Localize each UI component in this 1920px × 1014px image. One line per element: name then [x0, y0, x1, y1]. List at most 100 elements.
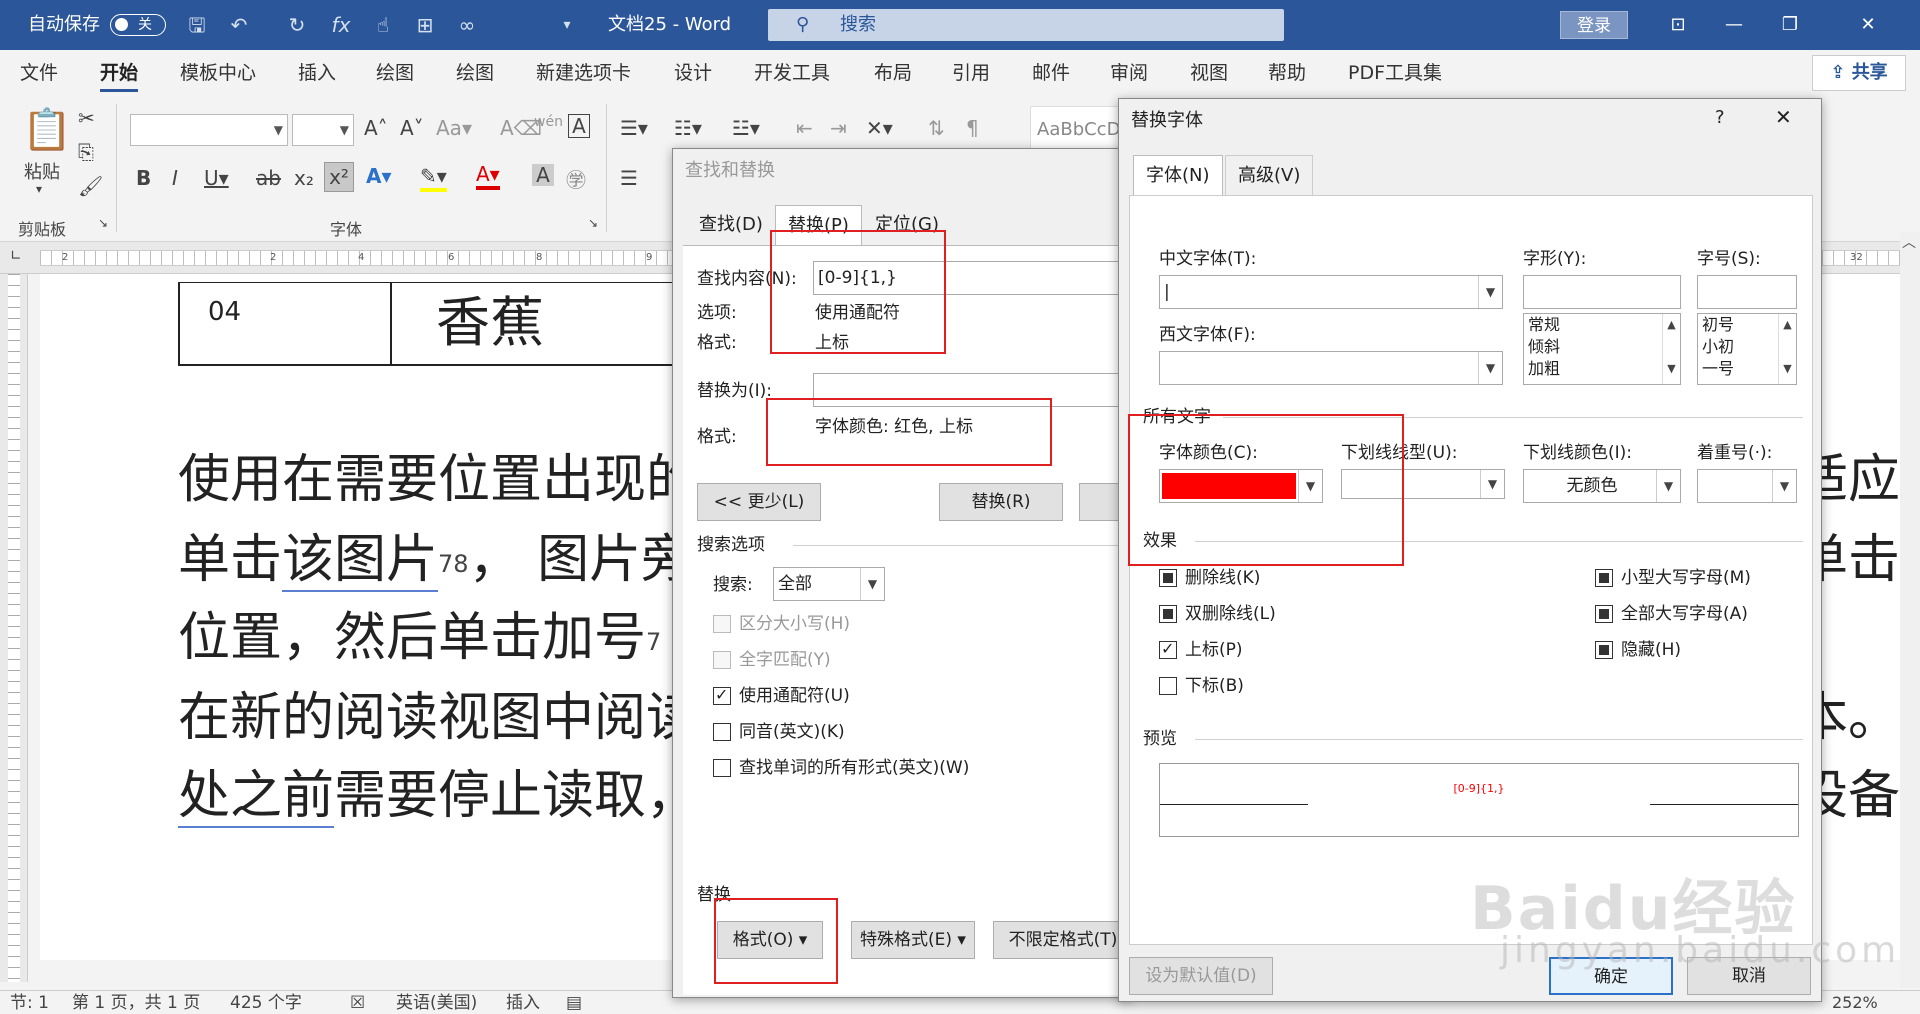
- tab-templates[interactable]: 模板中心: [180, 50, 256, 96]
- status-zoom[interactable]: 252%: [1832, 991, 1878, 1014]
- tab-review[interactable]: 审阅: [1110, 50, 1148, 96]
- special-format-button[interactable]: 特殊格式(E) ▾: [851, 921, 975, 959]
- numbering-icon[interactable]: ☷▾: [674, 116, 702, 140]
- tab-file[interactable]: 文件: [20, 50, 58, 96]
- minimize-icon[interactable]: —: [1706, 0, 1762, 50]
- autosave-toggle[interactable]: 关: [110, 14, 166, 36]
- char-shading-icon[interactable]: A: [532, 164, 554, 186]
- scroll-up-icon[interactable]: ︿: [1902, 232, 1916, 252]
- undo-icon[interactable]: ↶: [224, 10, 254, 40]
- increase-indent-icon[interactable]: ⇥: [830, 116, 847, 140]
- paste-dropdown-icon[interactable]: ▾: [36, 182, 42, 196]
- cut-icon[interactable]: ✂: [78, 106, 95, 130]
- tab-developer[interactable]: 开发工具: [754, 50, 830, 96]
- vertical-scrollbar[interactable]: ︿: [1900, 232, 1920, 988]
- structure-icon[interactable]: ⊞: [410, 10, 440, 40]
- font-color-icon[interactable]: A▾: [476, 162, 500, 190]
- status-page[interactable]: 第 1 页，共 1 页: [72, 991, 200, 1014]
- redo-icon[interactable]: ↻: [282, 10, 312, 40]
- list-item[interactable]: 加粗: [1524, 358, 1680, 380]
- no-formatting-button[interactable]: 不限定格式(T): [993, 921, 1133, 959]
- multilevel-icon[interactable]: ☳▾: [732, 116, 760, 140]
- west-font-combo[interactable]: ▼: [1159, 351, 1503, 385]
- underline-color-select[interactable]: 无颜色 ▼: [1523, 469, 1681, 503]
- font-size-list[interactable]: 初号 小初 一号 ▲ ▼: [1697, 313, 1797, 385]
- less-button[interactable]: << 更少(L): [697, 483, 821, 521]
- tab-find[interactable]: 查找(D): [687, 205, 775, 245]
- replace-button[interactable]: 替换(R): [939, 483, 1063, 521]
- style-gallery[interactable]: AaBbCcD: [1030, 106, 1120, 152]
- clipboard-launcher-icon[interactable]: ↘: [98, 216, 108, 230]
- status-words[interactable]: 425 个字: [230, 991, 302, 1014]
- font-size-combo[interactable]: ▼: [292, 114, 354, 146]
- tab-new[interactable]: 新建选项卡: [536, 50, 631, 96]
- italic-icon[interactable]: I: [172, 166, 178, 190]
- asian-layout-icon[interactable]: ✕▾: [866, 116, 893, 140]
- paste-label[interactable]: 粘贴: [24, 158, 60, 184]
- vertical-ruler-track[interactable]: [8, 274, 20, 982]
- tab-design[interactable]: 设计: [674, 50, 712, 96]
- tab-insert[interactable]: 插入: [298, 50, 336, 96]
- enclose-char-icon[interactable]: ㊫: [566, 164, 586, 193]
- superscript-checkbox[interactable]: [1159, 639, 1177, 659]
- decrease-indent-icon[interactable]: ⇤: [796, 116, 813, 140]
- tab-pdf[interactable]: PDF工具集: [1348, 50, 1442, 96]
- word-forms-checkbox[interactable]: [713, 759, 731, 777]
- tab-advanced[interactable]: 高级(V): [1225, 155, 1314, 195]
- customize-icon[interactable]: ▾: [552, 10, 582, 40]
- font-size-input[interactable]: [1697, 275, 1797, 309]
- restore-icon[interactable]: ❐: [1762, 0, 1818, 50]
- tab-draw-2[interactable]: 绘图: [456, 50, 494, 96]
- grow-font-icon[interactable]: A˄: [364, 116, 388, 140]
- underline-icon[interactable]: U▾: [204, 166, 229, 190]
- tab-references[interactable]: 引用: [952, 50, 990, 96]
- search-direction-select[interactable]: 全部 ▼: [773, 567, 885, 601]
- share-button[interactable]: ⇪ 共享: [1812, 55, 1906, 91]
- subscript-checkbox[interactable]: [1159, 677, 1177, 695]
- status-section[interactable]: 节: 1: [10, 991, 49, 1014]
- phonetic-guide-icon[interactable]: wén: [534, 114, 563, 130]
- tab-view[interactable]: 视图: [1190, 50, 1228, 96]
- match-case-checkbox[interactable]: [713, 615, 731, 633]
- cn-font-combo[interactable]: | ▼: [1159, 275, 1503, 309]
- formula-icon[interactable]: fx: [326, 10, 356, 40]
- double-strikethrough-checkbox[interactable]: [1159, 605, 1177, 623]
- touch-icon[interactable]: ☝: [368, 10, 398, 40]
- emphasis-select[interactable]: ▼: [1697, 469, 1797, 503]
- subscript-icon[interactable]: x₂: [294, 166, 314, 190]
- small-caps-checkbox[interactable]: [1595, 569, 1613, 587]
- list-scrollbar[interactable]: ▲ ▼: [1778, 314, 1796, 384]
- tab-stop-icon[interactable]: ∟: [10, 248, 22, 264]
- tab-layout[interactable]: 布局: [874, 50, 912, 96]
- status-mode[interactable]: 插入: [506, 991, 540, 1014]
- hidden-checkbox[interactable]: [1595, 641, 1613, 659]
- copy-icon[interactable]: ⎘: [78, 140, 94, 164]
- close-icon[interactable]: ✕: [1775, 105, 1792, 129]
- whole-word-checkbox[interactable]: [713, 651, 731, 669]
- font-style-input[interactable]: [1523, 275, 1681, 309]
- sort-icon[interactable]: ⇅: [928, 116, 945, 140]
- text-effects-icon[interactable]: A▾: [366, 164, 392, 188]
- bold-icon[interactable]: B: [136, 166, 151, 190]
- list-item[interactable]: 常规: [1524, 314, 1680, 336]
- tab-font[interactable]: 字体(N): [1133, 155, 1223, 195]
- change-case-icon[interactable]: Aa▾: [436, 116, 472, 140]
- login-button[interactable]: 登录: [1560, 11, 1628, 39]
- all-caps-checkbox[interactable]: [1595, 605, 1613, 623]
- bullets-icon[interactable]: ☰▾: [620, 116, 648, 140]
- font-style-list[interactable]: 常规 倾斜 加粗 ▲ ▼: [1523, 313, 1681, 385]
- font-launcher-icon[interactable]: ↘: [588, 216, 598, 230]
- paste-icon[interactable]: 📋: [22, 106, 72, 153]
- list-scrollbar[interactable]: ▲ ▼: [1662, 314, 1680, 384]
- shrink-font-icon[interactable]: A˅: [400, 116, 424, 140]
- strikethrough-checkbox[interactable]: [1159, 569, 1177, 587]
- tab-home[interactable]: 开始: [100, 50, 139, 96]
- show-marks-icon[interactable]: ¶: [966, 116, 979, 140]
- sounds-like-checkbox[interactable]: [713, 723, 731, 741]
- list-item[interactable]: 倾斜: [1524, 336, 1680, 358]
- tab-mailings[interactable]: 邮件: [1032, 50, 1070, 96]
- macro-icon[interactable]: ▤: [566, 991, 582, 1014]
- superscript-icon[interactable]: x²: [324, 162, 354, 192]
- help-button[interactable]: ?: [1715, 107, 1725, 128]
- wildcards-checkbox[interactable]: [713, 685, 731, 705]
